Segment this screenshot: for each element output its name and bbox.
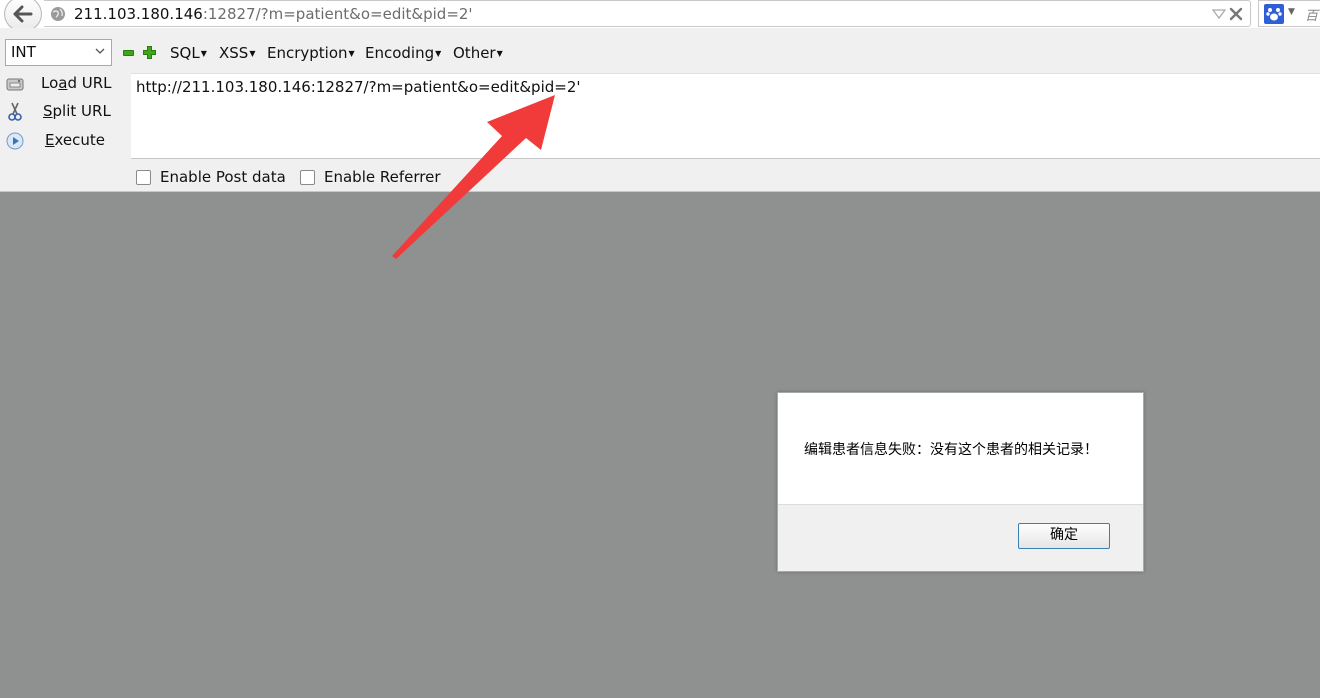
search-placeholder: 百 xyxy=(1305,9,1319,24)
alert-message: 编辑患者信息失败：没有这个患者的相关记录！ xyxy=(804,442,1098,458)
dropdown-arrow-icon: ▼ xyxy=(249,49,256,58)
dropdown-arrow-icon: ▼ xyxy=(435,49,442,58)
url-path: :12827/?m=patient&o=edit&pid=2' xyxy=(202,5,473,23)
menu-sql[interactable]: SQL▼ xyxy=(170,44,207,62)
address-text[interactable]: 211.103.180.146:12827/?m=patient&o=edit&… xyxy=(74,5,473,23)
load-url-label-c: d URL xyxy=(67,74,112,92)
execute-button[interactable]: Execute xyxy=(0,128,128,154)
address-bar[interactable]: 211.103.180.146:12827/?m=patient&o=edit&… xyxy=(44,0,1251,27)
history-dropdown-icon[interactable] xyxy=(1212,8,1226,20)
baidu-paw-icon[interactable] xyxy=(1264,4,1284,24)
dropdown-arrow-icon: ▼ xyxy=(348,49,355,58)
referrer-checkbox-box[interactable] xyxy=(300,169,315,185)
back-arrow-icon xyxy=(13,5,33,23)
enable-referrer-checkbox[interactable]: Enable Referrer xyxy=(300,168,440,186)
browser-navbar: 211.103.180.146:12827/?m=patient&o=edit&… xyxy=(0,0,1320,32)
split-url-button[interactable]: Split URL xyxy=(0,99,128,125)
chevron-down-icon xyxy=(95,48,105,54)
menu-encoding[interactable]: Encoding▼ xyxy=(365,44,441,62)
dropdown-arrow-icon: ▼ xyxy=(200,49,207,58)
globe-icon xyxy=(51,7,65,21)
url-host: 211.103.180.146 xyxy=(74,5,203,23)
search-engine-caret-icon[interactable]: ▼ xyxy=(1288,7,1295,17)
enable-post-checkbox[interactable]: Enable Post data xyxy=(136,168,286,186)
stop-icon[interactable] xyxy=(1228,6,1244,22)
execute-label-b: xecute xyxy=(54,131,105,149)
menu-encoding-label: Encoding xyxy=(365,44,435,62)
menu-xss-label: XSS xyxy=(219,44,249,62)
int-select-value: INT xyxy=(11,43,36,61)
alert-dialog: 编辑患者信息失败：没有这个患者的相关记录！ 确定 xyxy=(777,392,1144,572)
minus-icon[interactable] xyxy=(123,50,134,56)
play-icon xyxy=(6,132,24,150)
split-url-label-a: S xyxy=(43,102,53,120)
menu-sql-label: SQL xyxy=(170,44,200,62)
post-checkbox-box[interactable] xyxy=(136,169,151,185)
menu-encryption-label: Encryption xyxy=(267,44,348,62)
scissors-icon xyxy=(8,102,22,121)
url-textarea[interactable]: http://211.103.180.146:12827/?m=patient&… xyxy=(131,73,1320,159)
alert-body: 编辑患者信息失败：没有这个患者的相关记录！ xyxy=(778,393,1143,505)
load-url-label-a: Lo xyxy=(41,74,59,92)
load-url-icon xyxy=(6,78,24,91)
menu-encryption[interactable]: Encryption▼ xyxy=(267,44,355,62)
menu-other[interactable]: Other▼ xyxy=(453,44,503,62)
menu-xss[interactable]: XSS▼ xyxy=(219,44,255,62)
load-url-button[interactable]: Load URL xyxy=(0,71,128,97)
plus-icon[interactable] xyxy=(143,46,156,59)
dropdown-arrow-icon: ▼ xyxy=(496,49,503,58)
ok-button[interactable]: 确定 xyxy=(1018,523,1110,549)
enable-post-label: Enable Post data xyxy=(160,168,286,186)
int-select[interactable]: INT xyxy=(5,39,112,66)
enable-referrer-label: Enable Referrer xyxy=(324,168,441,186)
split-url-label-b: plit URL xyxy=(52,102,111,120)
search-box[interactable]: ▼ 百 xyxy=(1258,0,1320,27)
hackbar-panel: INT SQL▼ XSS▼ Encryption▼ Encoding▼ Othe… xyxy=(0,28,1320,192)
menu-other-label: Other xyxy=(453,44,496,62)
